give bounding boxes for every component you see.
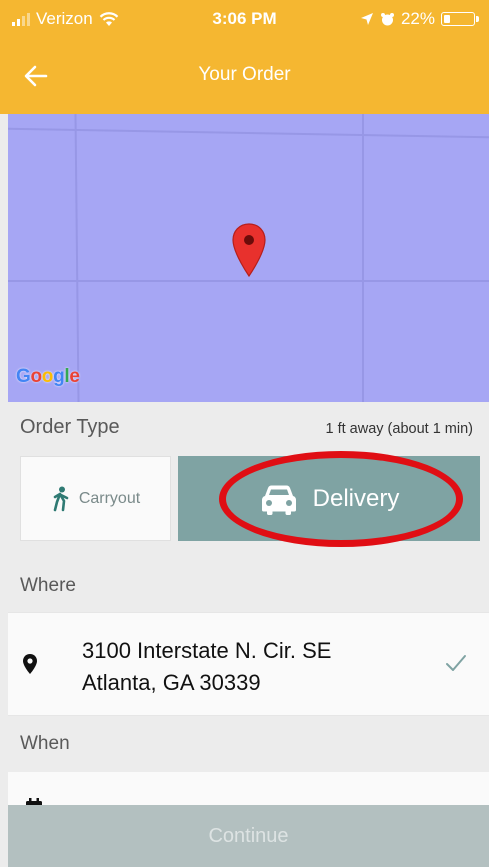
battery-icon <box>441 12 479 26</box>
checkmark-icon <box>446 655 466 671</box>
delivery-address-row[interactable]: 3100 Interstate N. Cir. SE Atlanta, GA 3… <box>8 612 489 716</box>
address-line-1: 3100 Interstate N. Cir. SE <box>82 638 332 663</box>
google-logo: Google <box>16 366 80 387</box>
address-text: 3100 Interstate N. Cir. SE Atlanta, GA 3… <box>82 635 331 699</box>
walking-person-icon <box>53 486 69 511</box>
carryout-label: Carryout <box>78 489 141 507</box>
alarm-icon <box>380 12 394 25</box>
continue-button[interactable]: Continue <box>8 805 489 867</box>
status-bar: Verizon 3:06 PM 22% <box>0 0 489 38</box>
when-label: When <box>20 733 70 754</box>
map-pin-icon <box>232 223 266 278</box>
map-road <box>362 114 364 402</box>
map-road <box>8 127 489 139</box>
map-road <box>8 280 489 282</box>
annotation-circle <box>219 451 463 547</box>
page-title: Your Order <box>198 64 291 85</box>
distance-estimate: 1 ft away (about 1 min) <box>325 421 474 437</box>
map-road <box>74 114 80 402</box>
location-pin-icon <box>23 654 37 674</box>
map-view[interactable]: Google <box>8 114 489 402</box>
order-type-label: Order Type <box>20 416 120 438</box>
location-arrow-icon <box>360 13 373 25</box>
address-line-2: Atlanta, GA 30339 <box>82 670 261 695</box>
where-label: Where <box>20 575 76 596</box>
app-header: Your Order <box>0 38 489 114</box>
carryout-button[interactable]: Carryout <box>20 456 171 541</box>
battery-percent: 22% <box>400 9 435 28</box>
